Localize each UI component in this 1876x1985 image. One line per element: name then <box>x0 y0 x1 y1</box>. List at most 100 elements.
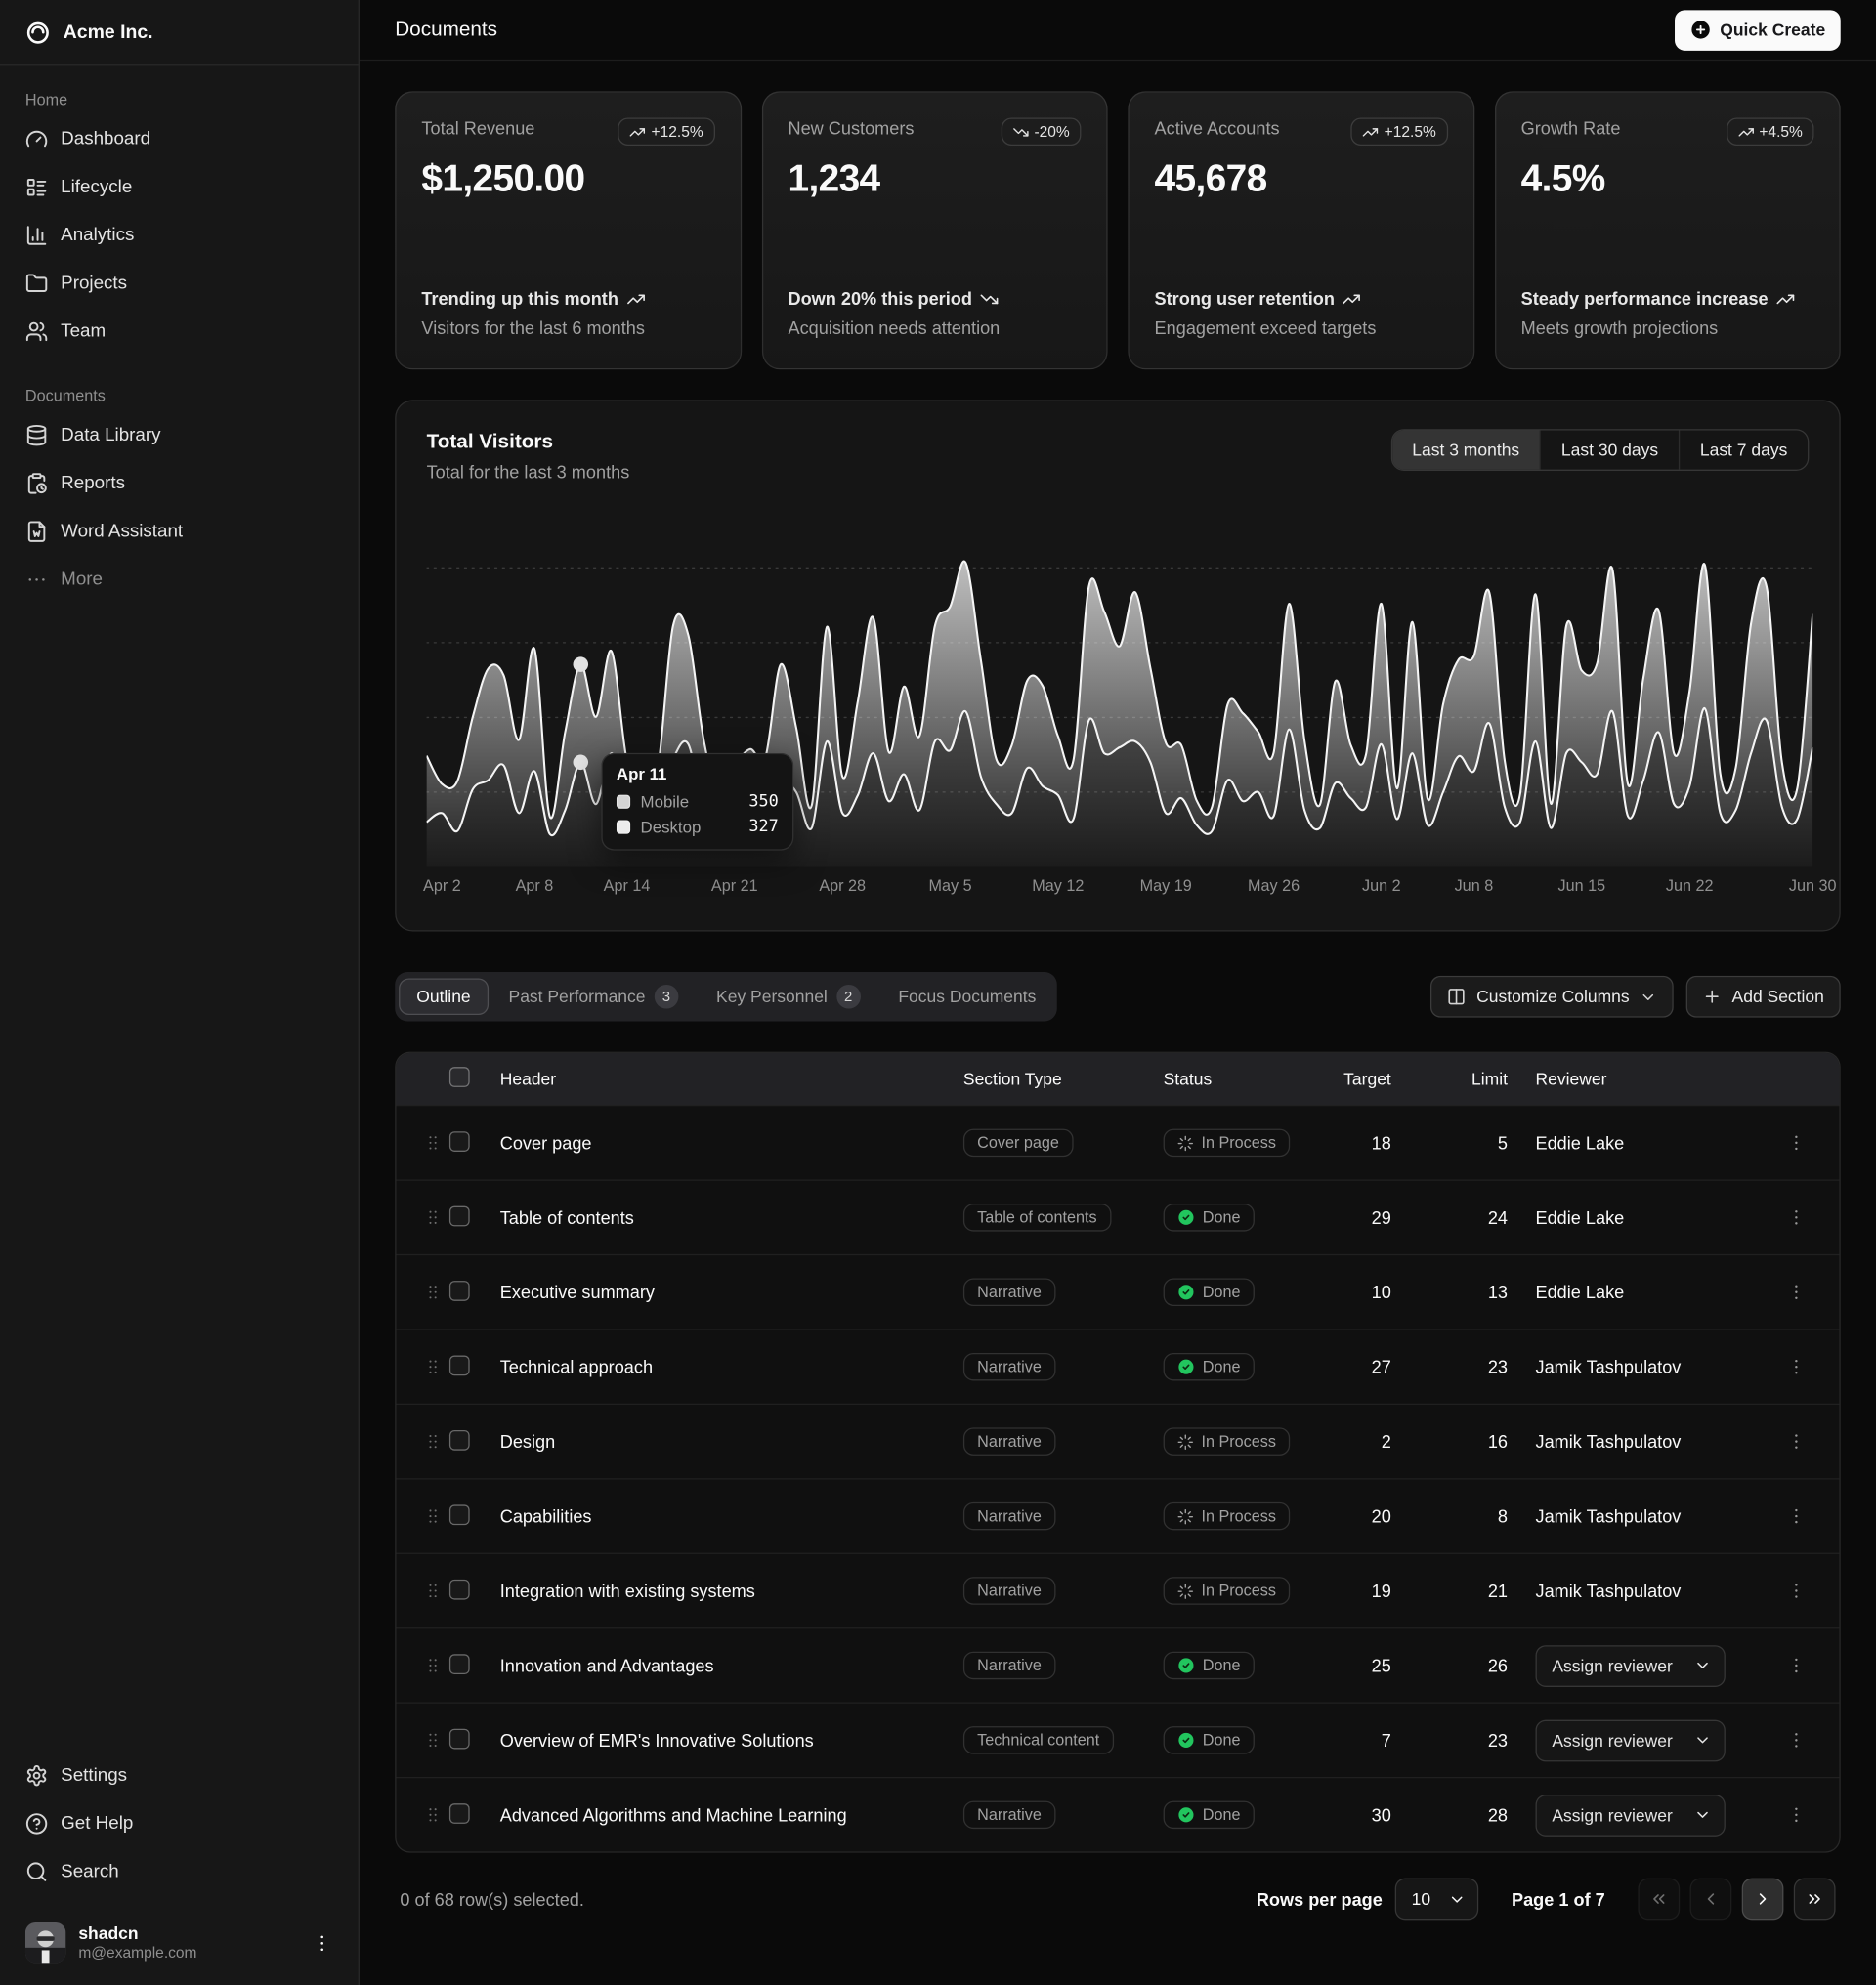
user-menu[interactable]: shadcn m@example.com <box>16 1915 344 1970</box>
drag-handle-icon[interactable] <box>416 1804 449 1825</box>
row-header-cell[interactable]: Table of contents <box>500 1207 963 1228</box>
row-actions-button[interactable] <box>1769 1506 1824 1527</box>
sidebar-item-reports[interactable]: Reports <box>16 461 344 507</box>
limit-cell[interactable]: 8 <box>1404 1506 1520 1527</box>
assign-reviewer-select[interactable]: Assign reviewer <box>1536 1645 1726 1687</box>
limit-cell[interactable]: 23 <box>1404 1357 1520 1377</box>
more-vertical-icon[interactable] <box>1786 1357 1807 1377</box>
table-row[interactable]: Advanced Algorithms and Machine Learning… <box>397 1777 1840 1851</box>
row-header-cell[interactable]: Overview of EMR's Innovative Solutions <box>500 1730 963 1751</box>
sidebar-item-search[interactable]: Search <box>16 1849 344 1895</box>
sidebar-item-word-assistant[interactable]: Word Assistant <box>16 509 344 555</box>
row-actions-button[interactable] <box>1769 1804 1824 1825</box>
table-row[interactable]: Integration with existing systems Narrat… <box>397 1553 1840 1627</box>
row-header-cell[interactable]: Cover page <box>500 1133 963 1154</box>
table-row[interactable]: Table of contents Table of contents Done… <box>397 1179 1840 1253</box>
tab-past-performance[interactable]: Past Performance 3 <box>490 976 696 1018</box>
range-button-last-3-months[interactable]: Last 3 months <box>1392 430 1540 469</box>
drag-handle-icon[interactable] <box>416 1656 449 1676</box>
drag-handle-icon[interactable] <box>416 1730 449 1751</box>
row-checkbox[interactable] <box>449 1579 470 1599</box>
sidebar-header[interactable]: Acme Inc. <box>0 0 359 65</box>
target-cell[interactable]: 30 <box>1328 1804 1404 1825</box>
more-vertical-icon[interactable] <box>1786 1282 1807 1302</box>
sidebar-item-settings[interactable]: Settings <box>16 1753 344 1798</box>
sidebar-item-dashboard[interactable]: Dashboard <box>16 116 344 162</box>
rows-per-page-select[interactable]: 10 <box>1395 1879 1479 1921</box>
range-button-last-7-days[interactable]: Last 7 days <box>1679 430 1808 469</box>
tab-outline[interactable]: Outline <box>399 978 489 1015</box>
select-all-checkbox[interactable] <box>449 1067 470 1087</box>
row-header-cell[interactable]: Capabilities <box>500 1506 963 1527</box>
table-row[interactable]: Capabilities Narrative In Process 20 8 J… <box>397 1478 1840 1552</box>
target-cell[interactable]: 20 <box>1328 1506 1404 1527</box>
row-checkbox[interactable] <box>449 1355 470 1375</box>
drag-handle-icon[interactable] <box>416 1207 449 1228</box>
target-cell[interactable]: 2 <box>1328 1431 1404 1452</box>
more-vertical-icon[interactable] <box>312 1932 333 1954</box>
row-header-cell[interactable]: Executive summary <box>500 1282 963 1302</box>
sidebar-item-more[interactable]: More <box>16 557 344 603</box>
target-cell[interactable]: 29 <box>1328 1207 1404 1228</box>
row-header-cell[interactable]: Integration with existing systems <box>500 1581 963 1601</box>
assign-reviewer-select[interactable]: Assign reviewer <box>1536 1794 1726 1836</box>
target-cell[interactable]: 27 <box>1328 1357 1404 1377</box>
more-vertical-icon[interactable] <box>1786 1431 1807 1452</box>
tab-key-personnel[interactable]: Key Personnel 2 <box>699 976 878 1018</box>
target-cell[interactable]: 18 <box>1328 1133 1404 1154</box>
last-page-button[interactable] <box>1794 1879 1836 1921</box>
row-checkbox[interactable] <box>449 1654 470 1674</box>
table-row[interactable]: Executive summary Narrative Done 10 13 E… <box>397 1254 1840 1329</box>
sidebar-item-lifecycle[interactable]: Lifecycle <box>16 164 344 210</box>
row-header-cell[interactable]: Design <box>500 1431 963 1452</box>
target-cell[interactable]: 7 <box>1328 1730 1404 1751</box>
row-actions-button[interactable] <box>1769 1730 1824 1751</box>
drag-handle-icon[interactable] <box>416 1133 449 1154</box>
chevron-right-icon[interactable] <box>1753 1889 1771 1908</box>
limit-cell[interactable]: 21 <box>1404 1581 1520 1601</box>
more-vertical-icon[interactable] <box>312 1932 333 1954</box>
limit-cell[interactable]: 24 <box>1404 1207 1520 1228</box>
target-cell[interactable]: 25 <box>1328 1656 1404 1676</box>
row-checkbox[interactable] <box>449 1205 470 1226</box>
row-checkbox[interactable] <box>449 1280 470 1300</box>
table-row[interactable]: Innovation and Advantages Narrative Done… <box>397 1627 1840 1702</box>
row-header-cell[interactable]: Innovation and Advantages <box>500 1656 963 1676</box>
table-row[interactable]: Overview of EMR's Innovative Solutions T… <box>397 1703 1840 1777</box>
sidebar-item-team[interactable]: Team <box>16 309 344 355</box>
chevrons-right-icon[interactable] <box>1805 1889 1823 1908</box>
table-row[interactable]: Design Narrative In Process 2 16 Jamik T… <box>397 1404 1840 1478</box>
row-actions-button[interactable] <box>1769 1431 1824 1452</box>
limit-cell[interactable]: 16 <box>1404 1431 1520 1452</box>
table-row[interactable]: Technical approach Narrative Done 27 23 … <box>397 1329 1840 1403</box>
first-page-button[interactable] <box>1638 1879 1680 1921</box>
more-vertical-icon[interactable] <box>1786 1207 1807 1228</box>
more-vertical-icon[interactable] <box>1786 1804 1807 1825</box>
row-checkbox[interactable] <box>449 1728 470 1749</box>
more-vertical-icon[interactable] <box>1786 1730 1807 1751</box>
drag-handle-icon[interactable] <box>416 1506 449 1527</box>
sidebar-item-analytics[interactable]: Analytics <box>16 213 344 259</box>
tab-focus-documents[interactable]: Focus Documents <box>880 978 1053 1015</box>
sidebar-item-get-help[interactable]: Get Help <box>16 1801 344 1847</box>
row-checkbox[interactable] <box>449 1504 470 1525</box>
add-section-button[interactable]: Add Section <box>1686 976 1841 1018</box>
sidebar-item-projects[interactable]: Projects <box>16 261 344 307</box>
row-actions-button[interactable] <box>1769 1133 1824 1154</box>
row-checkbox[interactable] <box>449 1803 470 1824</box>
limit-cell[interactable]: 23 <box>1404 1730 1520 1751</box>
more-vertical-icon[interactable] <box>1786 1656 1807 1676</box>
chevron-left-icon[interactable] <box>1701 1889 1720 1908</box>
row-checkbox[interactable] <box>449 1131 470 1152</box>
row-actions-button[interactable] <box>1769 1207 1824 1228</box>
chevrons-left-icon[interactable] <box>1649 1889 1668 1908</box>
customize-columns-button[interactable]: Customize Columns <box>1430 976 1673 1018</box>
row-actions-button[interactable] <box>1769 1656 1824 1676</box>
sidebar-item-data-library[interactable]: Data Library <box>16 412 344 458</box>
row-actions-button[interactable] <box>1769 1357 1824 1377</box>
row-header-cell[interactable]: Technical approach <box>500 1357 963 1377</box>
limit-cell[interactable]: 5 <box>1404 1133 1520 1154</box>
next-page-button[interactable] <box>1742 1879 1784 1921</box>
drag-handle-icon[interactable] <box>416 1431 449 1452</box>
quick-create-button[interactable]: Quick Create <box>1675 10 1841 50</box>
